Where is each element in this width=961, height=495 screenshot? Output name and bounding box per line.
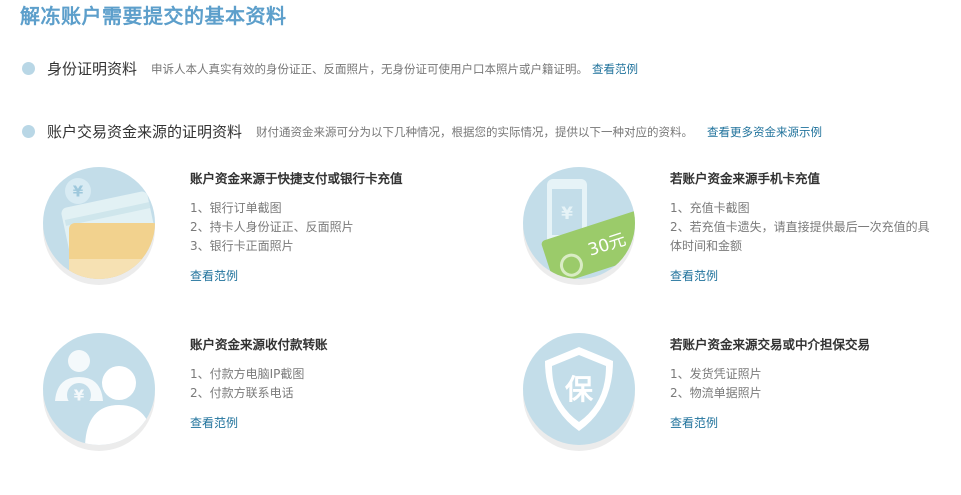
list-item: 1、付款方电脑IP截图 [190, 367, 305, 381]
bank-card-icon: ¥ [43, 167, 155, 279]
mobile-recharge-icon: ¥ 30元 [523, 167, 635, 279]
identity-section-desc: 申诉人本人真实有效的身份证正、反面照片，无身份证可使用户口本照片或户籍证明。 [151, 61, 589, 76]
yen-symbol: ¥ [73, 183, 84, 201]
identity-section: 身份证明资料 申诉人本人真实有效的身份证正、反面照片，无身份证可使用户口本照片或… [22, 58, 638, 79]
yen-symbol: ¥ [561, 204, 573, 224]
yen-symbol: ¥ [74, 387, 85, 405]
list-item: 2、持卡人身份证正、反面照片 [190, 220, 354, 234]
funds-section-desc: 财付通资金来源可分为以下几种情况，根据您的实际情况，提供以下一种对应的资料。 [256, 124, 694, 139]
card-title: 账户资金来源收付款转账 [190, 337, 328, 352]
requirement-list: 1、充值卡截图 2、若充值卡遗失，请直接提供最后一次充值的具体时间和金额 [670, 199, 930, 256]
card-title: 账户资金来源于快捷支付或银行卡充值 [190, 171, 403, 186]
requirement-list: 1、付款方电脑IP截图 2、付款方联系电话 [190, 365, 450, 403]
list-item: 1、发货凭证照片 [670, 367, 762, 381]
list-item: 1、银行订单截图 [190, 201, 282, 215]
list-item: 2、付款方联系电话 [190, 386, 294, 400]
requirement-list: 1、银行订单截图 2、持卡人身份证正、反面照片 3、银行卡正面照片 [190, 199, 450, 256]
list-item: 1、充值卡截图 [670, 201, 750, 215]
guarantee-glyph: 保 [565, 373, 594, 406]
list-item: 2、物流单据照片 [670, 386, 762, 400]
bullet-icon [22, 62, 35, 75]
funds-more-examples-link[interactable]: 查看更多资金来源示例 [707, 124, 822, 140]
list-item: 3、银行卡正面照片 [190, 239, 294, 253]
identity-example-link[interactable]: 查看范例 [592, 61, 638, 77]
requirement-list: 1、发货凭证照片 2、物流单据照片 [670, 365, 930, 403]
example-link[interactable]: 查看范例 [190, 414, 238, 431]
guarantee-shield-icon: 保 [523, 333, 635, 445]
card-title: 若账户资金来源交易或中介担保交易 [670, 337, 871, 352]
bullet-icon [22, 125, 35, 138]
example-link[interactable]: 查看范例 [670, 414, 718, 431]
example-link[interactable]: 查看范例 [190, 267, 238, 284]
identity-section-title: 身份证明资料 [47, 60, 138, 78]
funds-section-title: 账户交易资金来源的证明资料 [47, 123, 243, 141]
example-link[interactable]: 查看范例 [670, 267, 718, 284]
funds-section: 账户交易资金来源的证明资料 财付通资金来源可分为以下几种情况，根据您的实际情况，… [22, 121, 822, 142]
card-title: 若账户资金来源手机卡充值 [670, 171, 821, 186]
page-title: 解冻账户需要提交的基本资料 [20, 4, 287, 28]
transfer-user-icon: ¥ [43, 333, 155, 445]
list-item: 2、若充值卡遗失，请直接提供最后一次充值的具体时间和金额 [670, 220, 930, 253]
